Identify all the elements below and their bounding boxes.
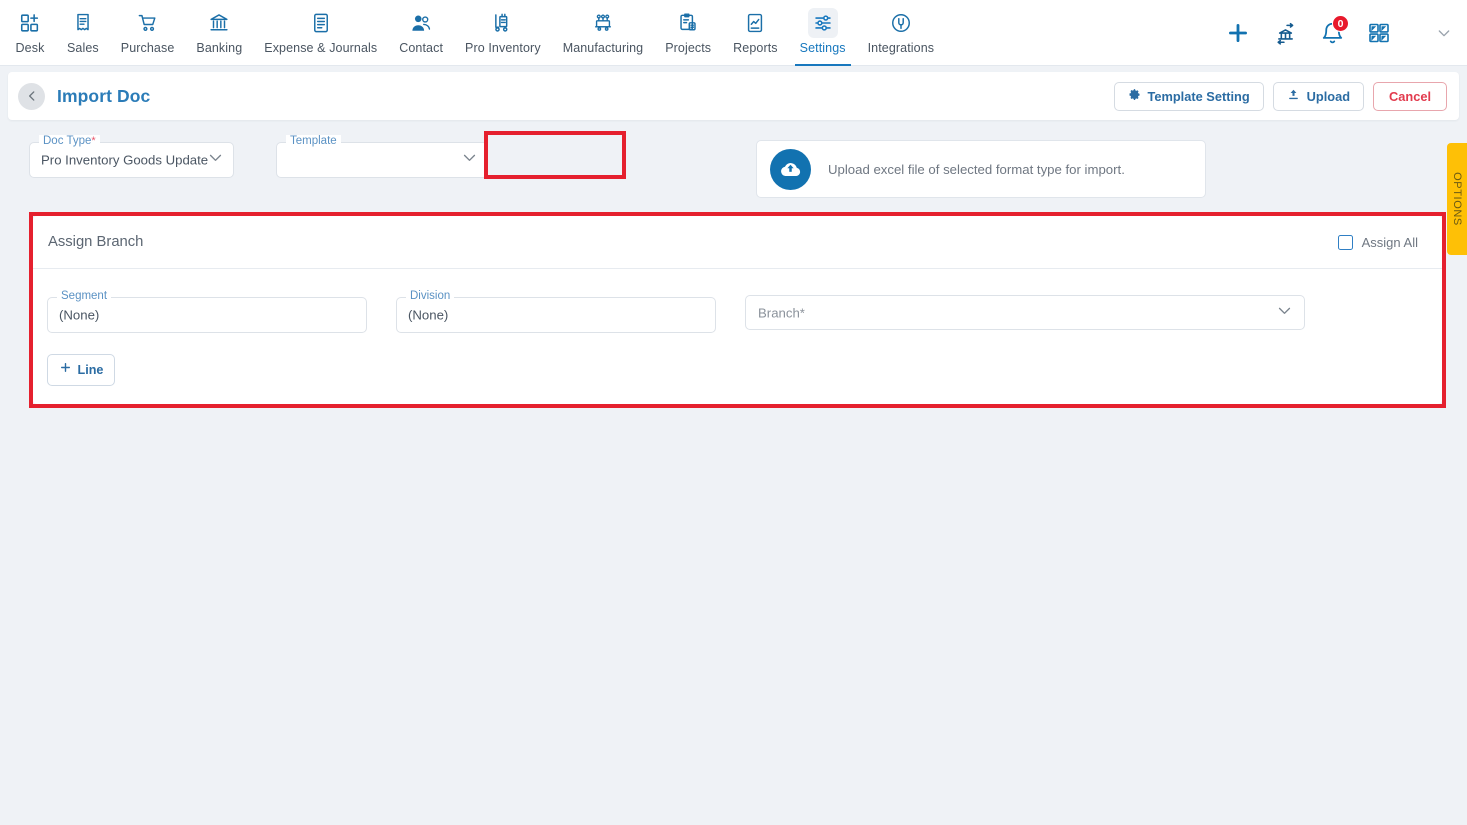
- nav-item-banking[interactable]: Banking: [185, 0, 253, 66]
- template-setting-label: Template Setting: [1147, 88, 1250, 104]
- integrations-plug-icon: [886, 8, 916, 38]
- nav-item-label: Contact: [399, 41, 444, 55]
- projects-clipboard-icon: [673, 8, 703, 38]
- nav-item-expense-journals[interactable]: Expense & Journals: [253, 0, 388, 66]
- pro-inventory-icon: [488, 8, 518, 38]
- template-select[interactable]: Template: [276, 135, 488, 178]
- gear-icon: [1128, 88, 1141, 104]
- chevron-down-icon[interactable]: [1431, 20, 1457, 46]
- nav-item-label: Purchase: [120, 41, 175, 55]
- chevron-down-icon: [207, 149, 224, 171]
- settings-sliders-icon: [807, 8, 838, 38]
- desk-grid-plus-icon: [15, 8, 45, 38]
- grid-apps-icon[interactable]: [1362, 16, 1396, 50]
- nav-item-label: Settings: [799, 41, 846, 55]
- notification-count-badge: 0: [1332, 15, 1349, 32]
- nav-item-label: Sales: [67, 41, 99, 55]
- cancel-button[interactable]: Cancel: [1373, 81, 1447, 111]
- options-tab-label: OPTIONS: [1451, 172, 1463, 226]
- doc-type-select[interactable]: Doc Type* Pro Inventory Goods Update: [29, 135, 234, 178]
- nav-item-manufacturing[interactable]: Manufacturing: [552, 0, 655, 66]
- manufacturing-icon: [588, 8, 618, 38]
- cloud-upload-icon: [770, 148, 811, 190]
- nav-item-contact[interactable]: Contact: [388, 0, 454, 66]
- reports-chart-icon: [740, 8, 770, 38]
- app-root: Desk Sales Purchase Banking Expense & Journa…: [0, 0, 1467, 825]
- nav-items: Desk Sales Purchase Banking Expense & Journa…: [4, 0, 945, 66]
- nav-item-label: Reports: [733, 41, 778, 55]
- nav-item-desk[interactable]: Desk: [4, 0, 56, 66]
- nav-item-label: Manufacturing: [562, 41, 644, 55]
- upload-icon: [1287, 88, 1300, 104]
- nav-item-pro-inventory[interactable]: Pro Inventory: [454, 0, 552, 66]
- nav-item-label: Desk: [15, 41, 45, 55]
- upload-button[interactable]: Upload: [1272, 81, 1365, 111]
- import-form-row: Doc Type* Pro Inventory Goods Update Tem…: [8, 128, 1459, 291]
- nav-right-cluster: 0: [1221, 0, 1457, 66]
- doc-type-label: Doc Type*: [39, 135, 100, 147]
- annotation-box-override-branch: [484, 131, 626, 179]
- chevron-down-icon: [461, 149, 478, 171]
- contact-people-icon: [406, 8, 436, 38]
- template-label: Template: [286, 135, 341, 147]
- nav-item-reports[interactable]: Reports: [722, 0, 788, 66]
- sales-receipt-icon: [68, 8, 98, 38]
- nav-item-label: Banking: [196, 41, 243, 55]
- bank-transfer-icon[interactable]: [1268, 16, 1302, 50]
- annotation-box-assign-branch: [29, 212, 1446, 408]
- nav-item-label: Pro Inventory: [465, 41, 541, 55]
- header-actions: Template Setting Upload Cancel: [1113, 81, 1447, 111]
- nav-item-purchase[interactable]: Purchase: [110, 0, 186, 66]
- expense-journal-icon: [306, 8, 336, 38]
- nav-item-integrations[interactable]: Integrations: [857, 0, 946, 66]
- options-side-tab[interactable]: OPTIONS: [1447, 143, 1467, 255]
- nav-item-settings[interactable]: Settings: [789, 0, 857, 66]
- purchase-cart-icon: [133, 8, 163, 38]
- template-setting-button[interactable]: Template Setting: [1113, 81, 1264, 111]
- page-header: Import Doc Template Setting Upload Cance…: [8, 72, 1459, 120]
- nav-item-label: Expense & Journals: [264, 41, 378, 55]
- nav-item-sales[interactable]: Sales: [56, 0, 110, 66]
- back-button[interactable]: [18, 82, 45, 110]
- upload-dropzone[interactable]: Upload excel file of selected format typ…: [756, 140, 1206, 198]
- doc-type-value: Pro Inventory Goods Update: [41, 152, 209, 168]
- nav-item-label: Integrations: [867, 41, 935, 55]
- nav-item-label: Projects: [665, 41, 712, 55]
- plus-icon[interactable]: [1221, 16, 1255, 50]
- upload-label: Upload: [1306, 88, 1351, 104]
- bell-icon[interactable]: 0: [1315, 15, 1349, 50]
- cancel-label: Cancel: [1389, 88, 1431, 104]
- top-navigation-bar: Desk Sales Purchase Banking Expense & Journa…: [0, 0, 1467, 66]
- nav-item-projects[interactable]: Projects: [654, 0, 722, 66]
- banking-bank-icon: [204, 8, 234, 38]
- upload-dropzone-text: Upload excel file of selected format typ…: [828, 161, 1125, 177]
- page-title: Import Doc: [57, 85, 151, 106]
